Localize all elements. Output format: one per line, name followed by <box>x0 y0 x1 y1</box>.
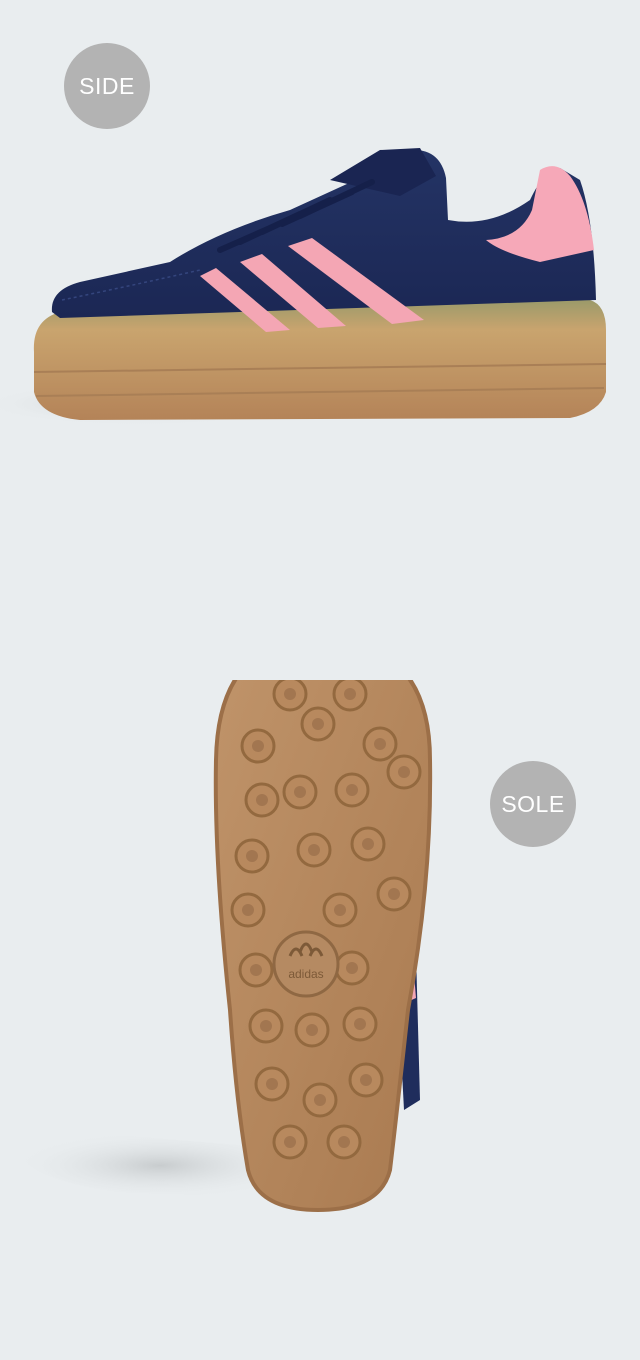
tread-stud-center <box>314 1094 326 1106</box>
tread-stud-center <box>260 1020 272 1032</box>
tread-stud-center <box>294 786 306 798</box>
sole-label-badge: SOLE <box>490 761 576 847</box>
sole-logo-text: adidas <box>288 967 323 981</box>
tread-stud-center <box>256 794 268 806</box>
tread-stud-center <box>374 738 386 750</box>
tread-stud-center <box>338 1136 350 1148</box>
tread-stud-center <box>346 962 358 974</box>
tread-stud-center <box>360 1074 372 1086</box>
tread-stud-center <box>266 1078 278 1090</box>
tread-stud-center <box>252 740 264 752</box>
side-view-section: SIDE <box>0 0 640 680</box>
tread-stud-center <box>246 850 258 862</box>
tread-stud-center <box>284 1136 296 1148</box>
tread-stud-center <box>388 888 400 900</box>
sole-logo-circle <box>272 930 340 998</box>
tread-stud-center <box>334 904 346 916</box>
tread-stud-center <box>362 838 374 850</box>
tread-stud-center <box>398 766 410 778</box>
sole-view-section: adidas SOLE <box>0 680 640 1360</box>
tread-stud-center <box>344 688 356 700</box>
tread-stud-center <box>312 718 324 730</box>
tread-stud-center <box>242 904 254 916</box>
tread-stud-center <box>284 688 296 700</box>
tread-stud-center <box>346 784 358 796</box>
tread-stud-center <box>306 1024 318 1036</box>
tread-stud-center <box>308 844 320 856</box>
tread-stud-center <box>250 964 262 976</box>
side-label-badge: SIDE <box>64 43 150 129</box>
tread-stud-center <box>354 1018 366 1030</box>
